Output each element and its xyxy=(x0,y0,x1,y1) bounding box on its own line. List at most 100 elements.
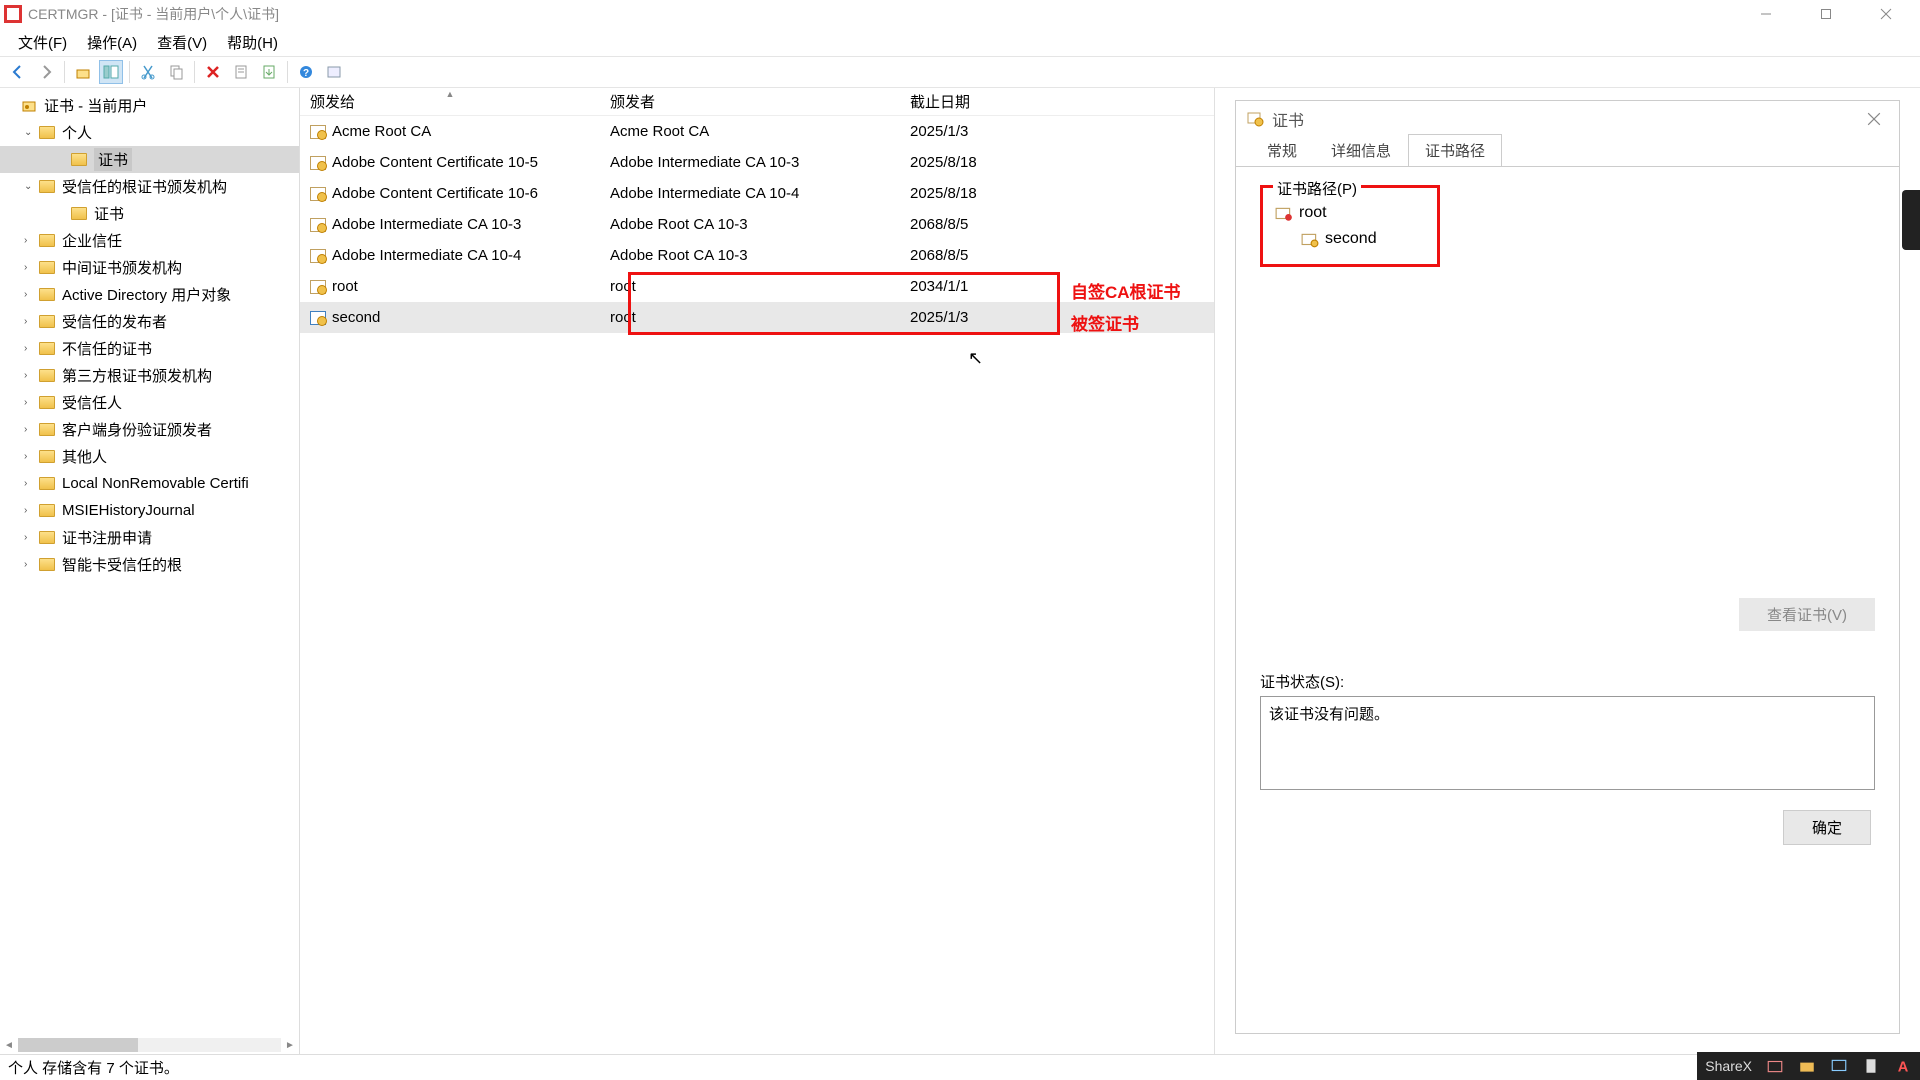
certificate-icon xyxy=(310,218,326,232)
menu-action[interactable]: 操作(A) xyxy=(77,28,147,57)
window-title: CERTMGR - [证书 - 当前用户\个人\证书] xyxy=(28,4,1736,24)
maximize-button[interactable] xyxy=(1796,0,1856,28)
copy-button[interactable] xyxy=(164,60,188,84)
export-button[interactable] xyxy=(257,60,281,84)
svg-text:?: ? xyxy=(303,68,309,79)
folder-icon xyxy=(38,476,56,492)
tree-item-1[interactable]: ⌄受信任的根证书颁发机构 xyxy=(0,173,299,200)
show-tree-button[interactable] xyxy=(99,60,123,84)
tree-horizontal-scrollbar[interactable]: ◄ ► xyxy=(0,1036,299,1054)
folder-icon xyxy=(38,557,56,573)
tab-details[interactable]: 详细信息 xyxy=(1314,134,1408,167)
sharex-text-icon[interactable]: A xyxy=(1894,1057,1912,1075)
certificate-icon xyxy=(310,187,326,201)
cursor-icon: ↖ xyxy=(968,348,983,369)
cert-root-icon xyxy=(1275,205,1293,221)
menu-bar: 文件(F) 操作(A) 查看(V) 帮助(H) xyxy=(0,28,1920,56)
help-button[interactable]: ? xyxy=(294,60,318,84)
folder-icon xyxy=(20,98,38,114)
tree-item-10[interactable]: ›其他人 xyxy=(0,443,299,470)
cert-status-label: 证书状态(S): xyxy=(1260,671,1875,692)
folder-icon xyxy=(38,341,56,357)
ok-button[interactable]: 确定 xyxy=(1783,810,1871,845)
tree-item-12[interactable]: ›MSIEHistoryJournal xyxy=(0,497,299,524)
delete-button[interactable] xyxy=(201,60,225,84)
column-expiry[interactable]: 截止日期 xyxy=(900,91,1050,112)
close-button[interactable] xyxy=(1856,0,1916,28)
column-issued-to[interactable]: 颁发给▲ xyxy=(300,91,600,112)
certificate-icon xyxy=(310,156,326,170)
folder-icon xyxy=(70,206,88,222)
list-pane: 颁发给▲ 颁发者 截止日期 Acme Root CAAcme Root CA20… xyxy=(300,88,1214,1054)
window-titlebar: CERTMGR - [证书 - 当前用户\个人\证书] xyxy=(0,0,1920,28)
tree-pane: 证书 - 当前用户⌄个人证书⌄受信任的根证书颁发机构证书›企业信任›中间证书颁发… xyxy=(0,88,300,1054)
tree-item-5[interactable]: ›受信任的发布者 xyxy=(0,308,299,335)
cert-row[interactable]: Adobe Intermediate CA 10-3Adobe Root CA … xyxy=(300,209,1214,240)
annotation-second: 被签证书 xyxy=(1071,310,1139,335)
menu-file[interactable]: 文件(F) xyxy=(8,28,77,57)
cert-row[interactable]: Adobe Intermediate CA 10-4Adobe Root CA … xyxy=(300,240,1214,271)
tree-item-8[interactable]: ›受信任人 xyxy=(0,389,299,416)
column-issuer[interactable]: 颁发者 xyxy=(600,91,900,112)
sharex-folder-icon[interactable] xyxy=(1798,1057,1816,1075)
tree-item-0-0[interactable]: 证书 xyxy=(0,146,299,173)
folder-icon xyxy=(38,314,56,330)
cert-path-fieldset: 证书路径(P) root second xyxy=(1260,185,1440,267)
tree-item-7[interactable]: ›第三方根证书颁发机构 xyxy=(0,362,299,389)
folder-icon xyxy=(38,422,56,438)
properties-button[interactable] xyxy=(229,60,253,84)
annotation-root: 自签CA根证书 xyxy=(1071,278,1181,303)
tree-item-13[interactable]: ›证书注册申请 xyxy=(0,524,299,551)
toolbar: ? xyxy=(0,56,1920,88)
tree-item-4[interactable]: ›Active Directory 用户对象 xyxy=(0,281,299,308)
cert-row[interactable]: Adobe Content Certificate 10-6Adobe Inte… xyxy=(300,178,1214,209)
minimize-button[interactable] xyxy=(1736,0,1796,28)
tree-item-3[interactable]: ›中间证书颁发机构 xyxy=(0,254,299,281)
status-bar: 个人 存储含有 7 个证书。 xyxy=(0,1054,1920,1080)
tab-general[interactable]: 常规 xyxy=(1250,134,1314,167)
certificate-icon xyxy=(310,280,326,294)
folder-icon xyxy=(38,179,56,195)
cert-row[interactable]: Adobe Content Certificate 10-5Adobe Inte… xyxy=(300,147,1214,178)
tab-cert-path[interactable]: 证书路径 xyxy=(1408,134,1502,167)
folder-icon xyxy=(38,368,56,384)
folder-icon xyxy=(38,233,56,249)
path-root[interactable]: root xyxy=(1275,200,1425,226)
tree-item-14[interactable]: ›智能卡受信任的根 xyxy=(0,551,299,578)
edge-tab[interactable] xyxy=(1902,190,1920,250)
path-child[interactable]: second xyxy=(1275,226,1425,252)
sharex-capture-icon[interactable] xyxy=(1766,1057,1784,1075)
folder-icon xyxy=(70,152,88,168)
view-certificate-button[interactable]: 查看证书(V) xyxy=(1739,598,1875,631)
tree-item-2[interactable]: ›企业信任 xyxy=(0,227,299,254)
tree-item-6[interactable]: ›不信任的证书 xyxy=(0,335,299,362)
forward-button[interactable] xyxy=(34,60,58,84)
cert-row[interactable]: Acme Root CAAcme Root CA2025/1/3 xyxy=(300,116,1214,147)
sharex-screen-icon[interactable] xyxy=(1830,1057,1848,1075)
menu-view[interactable]: 查看(V) xyxy=(147,28,217,57)
folder-icon xyxy=(38,530,56,546)
sharex-toolbar[interactable]: ShareX A xyxy=(1697,1052,1920,1080)
dialog-close-button[interactable] xyxy=(1859,112,1889,126)
certificate-icon xyxy=(310,249,326,263)
refresh-button[interactable] xyxy=(322,60,346,84)
folder-icon xyxy=(38,449,56,465)
up-button[interactable] xyxy=(71,60,95,84)
cut-button[interactable] xyxy=(136,60,160,84)
status-text: 个人 存储含有 7 个证书。 xyxy=(8,1057,179,1078)
cert-status-text: 该证书没有问题。 xyxy=(1269,706,1389,723)
tree-item-9[interactable]: ›客户端身份验证颁发者 xyxy=(0,416,299,443)
cert-child-icon xyxy=(1301,231,1319,247)
back-button[interactable] xyxy=(6,60,30,84)
tree-item-11[interactable]: ›Local NonRemovable Certifi xyxy=(0,470,299,497)
tree-item-root[interactable]: 证书 - 当前用户 xyxy=(0,92,299,119)
sharex-doc-icon[interactable] xyxy=(1862,1057,1880,1075)
folder-icon xyxy=(38,260,56,276)
tree-item-0[interactable]: ⌄个人 xyxy=(0,119,299,146)
app-icon xyxy=(4,5,22,23)
tree-item-1-0[interactable]: 证书 xyxy=(0,200,299,227)
certificate-icon xyxy=(1246,110,1264,128)
folder-icon xyxy=(38,125,56,141)
menu-help[interactable]: 帮助(H) xyxy=(217,28,288,57)
window-controls xyxy=(1736,0,1916,28)
